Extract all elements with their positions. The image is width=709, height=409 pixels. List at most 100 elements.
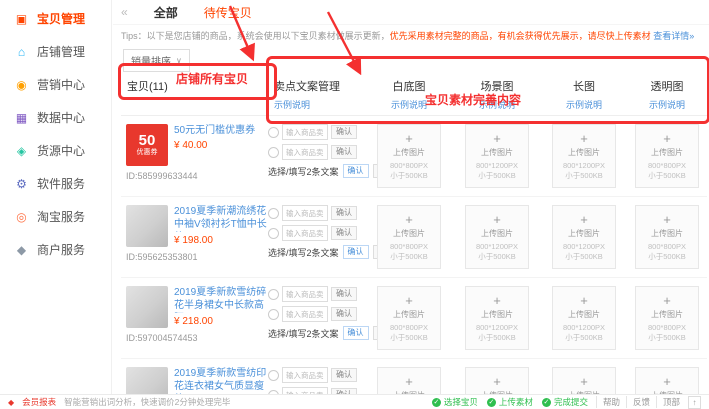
footer-link-help[interactable]: 帮助	[596, 396, 626, 408]
sidebar-item-baobei-manage[interactable]: ▣ 宝贝管理	[0, 2, 111, 35]
example-link[interactable]: 示例说明	[453, 98, 541, 111]
upload-white-bg-image-button[interactable]: + 上传图片 800*800PX 小于500KB	[377, 124, 441, 188]
sidebar-item-data-center[interactable]: ▦ 数据中心	[0, 101, 111, 134]
sidebar-item-supply-center[interactable]: ◈ 货源中心	[0, 134, 111, 167]
product-id: ID:595625353801	[126, 252, 268, 262]
upload-size-hint: 800*1200PX	[563, 323, 605, 332]
upload-scene-image-button[interactable]: + 上传图片 800*1200PX 小于500KB	[465, 124, 529, 188]
collapse-sidebar-icon[interactable]: «	[121, 5, 128, 19]
sidebar-item-label: 数据中心	[37, 109, 85, 126]
upload-long-image-button[interactable]: + 上传图片 800*1200PX 小于500KB	[552, 286, 616, 350]
example-link[interactable]: 示例说明	[541, 98, 627, 111]
example-link[interactable]: 示例说明	[274, 98, 365, 111]
choose-copy-link[interactable]: 选择/填写2条文案	[268, 327, 339, 340]
example-link[interactable]: 示例说明	[627, 98, 707, 111]
upload-long-image-button[interactable]: + 上传图片 800*1200PX 小于500KB	[552, 205, 616, 269]
selling-point-confirm-2-button[interactable]: 确认	[331, 226, 357, 240]
example-link[interactable]: 示例说明	[365, 98, 453, 111]
sidebar-item-taobao-service[interactable]: ◎ 淘宝服务	[0, 200, 111, 233]
footer-steps: ✓ 选择宝贝 ✓ 上传素材 ✓ 完成提交	[432, 396, 588, 408]
scroll-to-top-icon[interactable]: ↑	[688, 396, 701, 409]
selling-point-input-1[interactable]	[282, 286, 328, 302]
product-thumbnail[interactable]	[126, 205, 168, 247]
product-title-link[interactable]: 2019夏季新款雪纺印花连衣裙女气质显瘦款	[174, 367, 268, 394]
product-title-link[interactable]: 50元无门槛优惠券	[174, 124, 255, 137]
selling-point-input-1[interactable]	[282, 205, 328, 221]
upload-size-hint: 800*1200PX	[476, 323, 518, 332]
sidebar-item-marketing-center[interactable]: ◉ 营销中心	[0, 68, 111, 101]
upload-limit-hint: 小于500KB	[648, 333, 686, 342]
plus-icon: +	[663, 375, 671, 388]
choose-copy-link[interactable]: 选择/填写2条文案	[268, 165, 339, 178]
upload-white-bg-image-button[interactable]: + 上传图片 800*800PX 小于500KB	[377, 205, 441, 269]
selling-point-radio-2[interactable]	[268, 147, 279, 158]
table-body: 50 优惠券 50元无门槛优惠券 ¥ 40.00 ID:585999633444…	[121, 116, 707, 409]
upload-long-image-button[interactable]: + 上传图片 800*1200PX 小于500KB	[552, 124, 616, 188]
selling-point-radio-1[interactable]	[268, 289, 279, 300]
selling-point-input-2[interactable]	[282, 144, 328, 160]
selling-point-confirm-1-button[interactable]: 确认	[331, 206, 357, 220]
table-row: 2019夏季新款雪纺碎花半身裙女中长款高腰 ¥ 218.00 ID:597004…	[121, 278, 707, 359]
coupon-label: 优惠券	[137, 149, 158, 157]
check-icon: ✓	[487, 398, 496, 407]
upload-transparent-image-button[interactable]: + 上传图片 800*800PX 小于500KB	[635, 124, 699, 188]
selling-point-radio-1[interactable]	[268, 127, 279, 138]
main-content: « 全部 待传宝贝 Tips：以下是您店铺的商品，系统会使用以下宝贝素材做展示更…	[113, 0, 709, 72]
selling-point-input-1[interactable]	[282, 367, 328, 383]
plus-icon: +	[580, 294, 588, 307]
selling-point-confirm-2-button[interactable]: 确认	[331, 145, 357, 159]
upload-transparent-image-button[interactable]: + 上传图片 800*800PX 小于500KB	[635, 286, 699, 350]
selling-point-confirm-1-button[interactable]: 确认	[331, 368, 357, 382]
selling-point-radio-2[interactable]	[268, 228, 279, 239]
plus-icon: +	[580, 132, 588, 145]
selling-point-input-1[interactable]	[282, 124, 328, 140]
table-header: 宝贝(11) 卖点文案管理 示例说明 白底图 示例说明 场景图 示例说明 长图 …	[121, 70, 707, 116]
chart-icon: ▦	[14, 112, 29, 124]
footer-step-select[interactable]: ✓ 选择宝贝	[432, 396, 478, 408]
selling-point-input-2[interactable]	[282, 306, 328, 322]
footer-promo-text: 智能营销出词分析，快速调价2分钟处理完毕	[64, 396, 230, 408]
sidebar-item-shop-manage[interactable]: ⌂ 店铺管理	[0, 35, 111, 68]
selling-point-confirm-1-button[interactable]: 确认	[331, 125, 357, 139]
product-title-link[interactable]: 2019夏季新潮流绣花中袖V领衬衫T恤中长款	[174, 205, 268, 232]
footer-promo-link[interactable]: 会员报表	[22, 396, 56, 408]
plus-icon: +	[405, 132, 413, 145]
product-title-link[interactable]: 2019夏季新款雪纺碎花半身裙女中长款高腰	[174, 286, 268, 313]
merchant-icon: ◆	[14, 244, 29, 256]
product-price: ¥ 218.00	[174, 316, 268, 327]
selling-point-radio-1[interactable]	[268, 208, 279, 219]
selling-point-confirm-1-button[interactable]: 确认	[331, 287, 357, 301]
product-thumbnail[interactable]	[126, 286, 168, 328]
upload-limit-hint: 小于500KB	[390, 333, 428, 342]
selling-point-confirm-2-button[interactable]: 确认	[331, 307, 357, 321]
plus-icon: +	[405, 294, 413, 307]
selling-point-radio-2[interactable]	[268, 309, 279, 320]
sidebar-item-software-service[interactable]: ⚙ 软件服务	[0, 167, 111, 200]
footer-step-upload[interactable]: ✓ 上传素材	[487, 396, 533, 408]
selling-point-input-2[interactable]	[282, 225, 328, 241]
upload-size-hint: 800*1200PX	[476, 161, 518, 170]
product-thumbnail[interactable]: 50 优惠券	[126, 124, 168, 166]
table-row: 50 优惠券 50元无门槛优惠券 ¥ 40.00 ID:585999633444…	[121, 116, 707, 197]
upload-transparent-image-button[interactable]: + 上传图片 800*800PX 小于500KB	[635, 205, 699, 269]
sidebar-item-merchant-service[interactable]: ◆ 商户服务	[0, 233, 111, 266]
upload-limit-hint: 小于500KB	[565, 333, 603, 342]
column-header-products: 宝贝(11)	[121, 78, 268, 115]
tab-pending-materials[interactable]: 待传宝贝	[204, 4, 252, 21]
sort-dropdown[interactable]: 销量排序 ∨	[123, 49, 190, 72]
upload-scene-image-button[interactable]: + 上传图片 800*1200PX 小于500KB	[465, 286, 529, 350]
upload-size-hint: 800*800PX	[648, 323, 686, 332]
sidebar-item-label: 商户服务	[37, 241, 85, 258]
footer-step-finish[interactable]: ✓ 完成提交	[542, 396, 588, 408]
footer-link-top[interactable]: 顶部	[656, 396, 686, 408]
selling-point-cell: 确认 确认 选择/填写2条文案 确认 取消	[268, 124, 365, 188]
plus-icon: +	[405, 213, 413, 226]
choose-copy-link[interactable]: 选择/填写2条文案	[268, 246, 339, 259]
view-details-link[interactable]: 查看详情»	[653, 31, 694, 41]
selling-point-radio-1[interactable]	[268, 370, 279, 381]
tab-all-products[interactable]: 全部	[154, 4, 178, 21]
upload-white-bg-image-button[interactable]: + 上传图片 800*800PX 小于500KB	[377, 286, 441, 350]
upload-size-hint: 800*800PX	[390, 242, 428, 251]
upload-scene-image-button[interactable]: + 上传图片 800*1200PX 小于500KB	[465, 205, 529, 269]
footer-link-feedback[interactable]: 反馈	[626, 396, 656, 408]
